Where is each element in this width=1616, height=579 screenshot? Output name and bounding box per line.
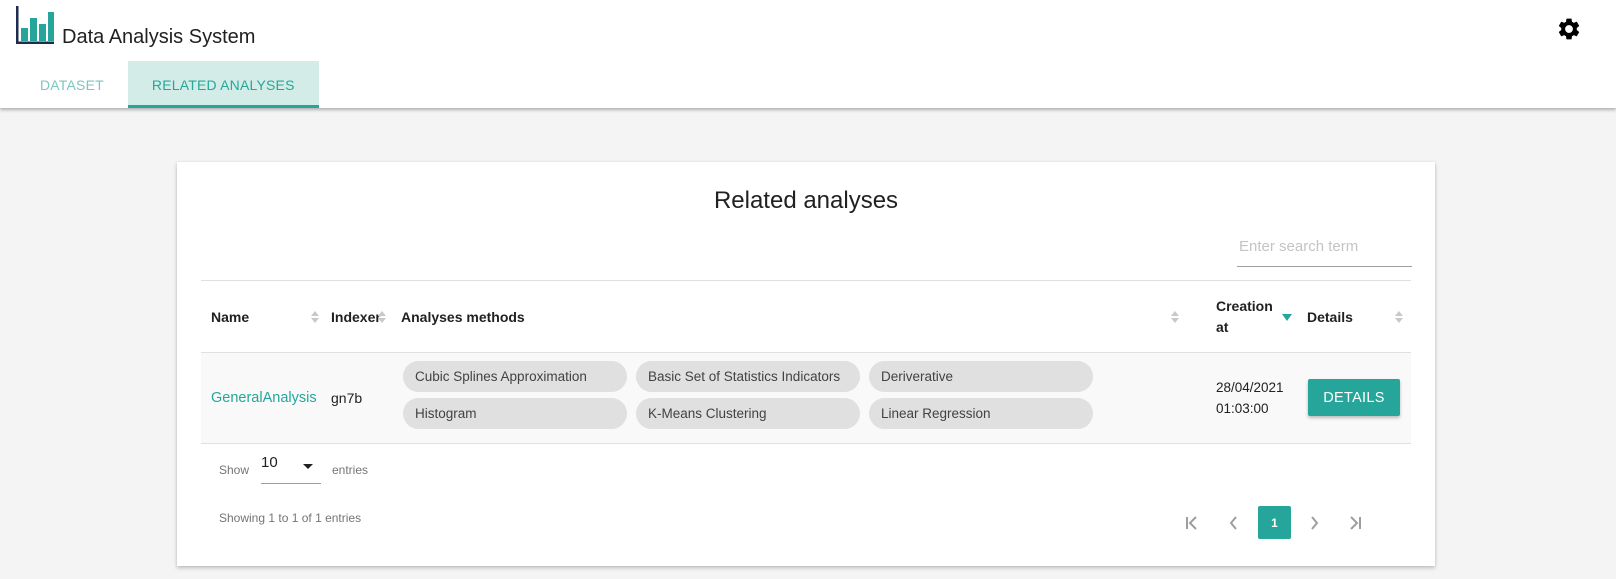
sort-descending-icon	[1282, 314, 1292, 321]
column-header-analyses-methods[interactable]: Analyses methods	[401, 281, 1191, 353]
column-header-indexer[interactable]: Indexer	[331, 281, 391, 353]
details-button[interactable]: DETAILS	[1308, 379, 1400, 416]
next-page-button[interactable]	[1297, 506, 1331, 540]
next-page-icon	[1311, 516, 1319, 530]
app-title: Data Analysis System	[62, 26, 256, 48]
first-page-button[interactable]	[1177, 506, 1211, 540]
column-label: Analyses methods	[401, 309, 525, 325]
sort-icon	[1171, 311, 1179, 323]
creation-time: 01:03:00	[1216, 401, 1269, 416]
row-creation-cell: 28/04/2021 01:03:00	[1216, 353, 1284, 443]
column-header-name[interactable]: Name	[211, 281, 321, 353]
method-chip: K-Means Clustering	[636, 398, 860, 429]
row-indexer-cell: gn7b	[331, 390, 363, 406]
row-name-cell: GeneralAnalysis	[211, 353, 317, 443]
entries-label: entries	[332, 463, 369, 477]
table-header: Name Indexer Analyses methods Creation a…	[201, 280, 1411, 353]
search-field	[1237, 227, 1412, 267]
tab-dataset[interactable]: DATASET	[16, 61, 128, 108]
column-label-line: Creation	[1216, 298, 1273, 314]
prev-page-icon	[1229, 516, 1237, 530]
analyses-methods-list: Cubic Splines Approximation Basic Set of…	[403, 361, 1093, 429]
sort-icon	[378, 311, 386, 323]
creation-date: 28/04/2021	[1216, 380, 1284, 395]
page-button-1[interactable]: 1	[1258, 506, 1291, 539]
page-size-select[interactable]: 10	[261, 452, 321, 484]
method-chip: Histogram	[403, 398, 627, 429]
sort-icon	[311, 311, 319, 323]
table-row: GeneralAnalysis gn7b Cubic Splines Appro…	[201, 353, 1411, 444]
last-page-icon	[1350, 516, 1361, 530]
column-header-details[interactable]: Details	[1307, 281, 1407, 353]
tab-related-analyses[interactable]: RELATED ANALYSES	[127, 61, 319, 108]
method-chip: Basic Set of Statistics Indicators	[636, 361, 860, 392]
tab-bar: DATASET RELATED ANALYSES	[16, 61, 319, 108]
search-input[interactable]	[1237, 227, 1412, 265]
prev-page-button[interactable]	[1217, 506, 1251, 540]
first-page-icon	[1186, 516, 1197, 530]
show-label: Show	[219, 463, 250, 477]
gear-icon[interactable]	[1556, 16, 1582, 42]
column-label: Indexer	[331, 309, 381, 325]
analyses-table: Name Indexer Analyses methods Creation a…	[201, 280, 1411, 444]
column-label: Details	[1307, 309, 1353, 325]
column-label: Name	[211, 309, 250, 325]
column-label-line: at	[1216, 319, 1229, 335]
related-analyses-card: Related analyses Name Indexer Analyses m…	[177, 162, 1435, 566]
method-chip: Linear Regression	[869, 398, 1093, 429]
chevron-down-icon	[303, 464, 313, 469]
analysis-name-link[interactable]: GeneralAnalysis	[211, 390, 317, 406]
pagination-info: Showing 1 to 1 of 1 entries	[219, 511, 362, 525]
app-header: Data Analysis System DATASET RELATED ANA…	[0, 0, 1616, 108]
method-chip: Cubic Splines Approximation	[403, 361, 627, 392]
card-title: Related analyses	[713, 187, 899, 214]
column-label: Creation at	[1216, 296, 1273, 338]
sort-icon	[1395, 311, 1403, 323]
page-size-value: 10	[261, 454, 278, 471]
method-chip: Deriverative	[869, 361, 1093, 392]
bar-chart-icon	[16, 6, 54, 44]
column-header-creation-at[interactable]: Creation at	[1216, 281, 1296, 353]
last-page-button[interactable]	[1337, 506, 1371, 540]
